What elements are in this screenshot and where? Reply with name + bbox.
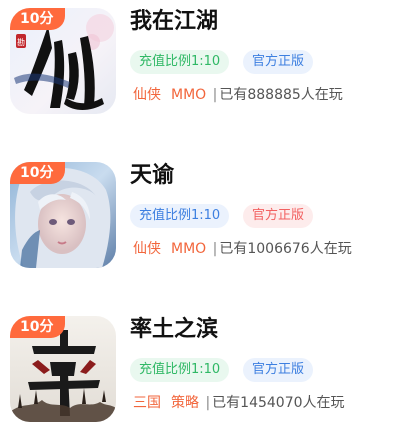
discount-badge: 10分 [10,316,66,338]
game-info-line: 仙侠 MMO | 已有888885人在玩 [133,84,343,106]
genre-label: MMO [171,87,207,103]
recharge-ratio-tag: 充值比例1:10 [130,358,230,382]
official-version-tag: 官方正版 [243,358,314,382]
player-count: 已有1006676人在玩 [219,241,352,257]
discount-badge: 10分 [10,8,66,30]
player-count: 已有888885人在玩 [219,87,343,103]
game-info-line: 仙侠 MMO | 已有1006676人在玩 [133,238,352,260]
discount-badge: 10分 [10,162,66,184]
genre-label: 三国 [133,395,161,411]
recharge-ratio-tag: 充值比例1:10 [130,204,230,228]
game-title[interactable]: 率土之滨 [130,314,218,346]
official-version-tag: 官方正版 [243,50,314,74]
genre-label: 仙侠 [133,241,161,257]
recharge-ratio-tag: 充值比例1:10 [130,50,230,74]
icon-seal-text: 勘 [17,38,25,47]
separator: | [205,395,211,411]
game-list-item-1[interactable]: 勘 10分 我在江湖 充值比例1:10 官方正版 仙侠 MMO | 已有888885… [0,2,400,122]
genre-label: 仙侠 [133,87,161,103]
game-list-item-2[interactable]: 10分 天谕 充值比例1:10 官方正版 仙侠 MMO | 已有1006676人在玩 [0,156,400,276]
genre-label: 策略 [171,395,199,411]
game-list-item-3[interactable]: 10分 率土之滨 充值比例1:10 官方正版 三国 策略 | 已有1454070人在… [0,310,400,430]
game-title[interactable]: 我在江湖 [130,6,218,38]
genre-label: MMO [171,241,207,257]
player-count: 已有1454070人在玩 [212,395,345,411]
game-info-line: 三国 策略 | 已有1454070人在玩 [133,392,345,414]
official-version-tag: 官方正版 [243,204,314,228]
game-title[interactable]: 天谕 [130,160,174,192]
